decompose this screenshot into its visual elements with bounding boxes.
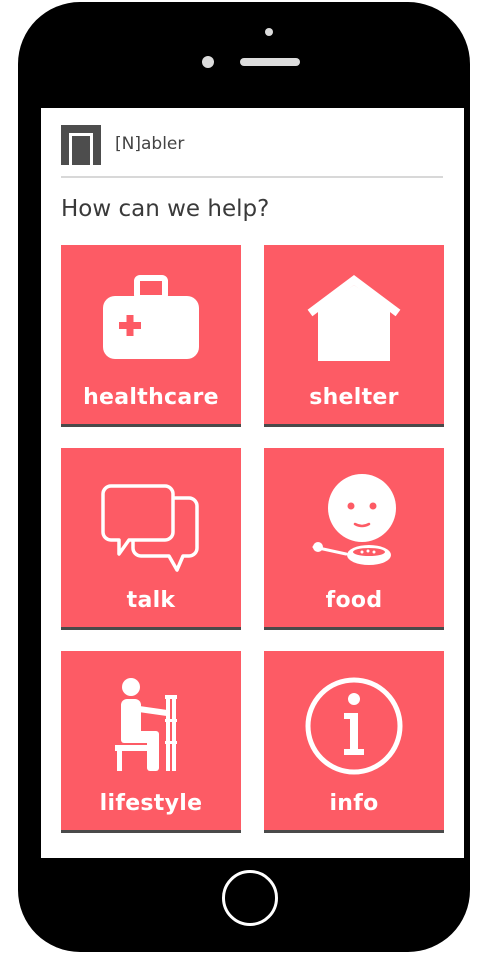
tile-healthcare[interactable]: healthcare (61, 245, 241, 427)
info-icon (305, 677, 403, 775)
house-icon (307, 275, 401, 361)
header-divider (61, 176, 443, 178)
proximity-sensor (202, 56, 214, 68)
earpiece-speaker (240, 58, 300, 66)
tile-label: talk (126, 588, 176, 613)
front-camera (265, 28, 273, 36)
tile-label: shelter (309, 385, 399, 410)
person-crutch-icon (115, 678, 177, 771)
door-logo-icon (61, 125, 101, 165)
app-header: [N]abler (61, 122, 443, 178)
tile-label: healthcare (83, 385, 219, 410)
home-button[interactable] (222, 870, 278, 926)
tile-info[interactable]: info (264, 651, 444, 833)
app-title: [N]abler (115, 134, 185, 154)
tile-food[interactable]: food (264, 448, 444, 630)
tile-talk[interactable]: talk (61, 448, 241, 630)
tile-lifestyle[interactable]: lifestyle (61, 651, 241, 833)
face-spoon-icon (312, 474, 396, 565)
tile-label: info (329, 791, 379, 816)
tile-shelter[interactable]: shelter (264, 245, 444, 427)
chat-bubbles-icon (101, 484, 199, 572)
help-prompt: How can we help? (61, 196, 270, 222)
app-screen: [N]abler How can we help? healthcare she… (41, 108, 464, 858)
tile-label: food (325, 588, 383, 613)
tile-label: lifestyle (99, 791, 203, 816)
medical-kit-icon (103, 275, 199, 359)
